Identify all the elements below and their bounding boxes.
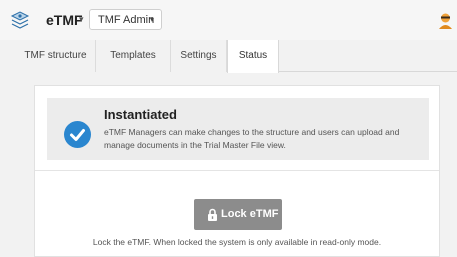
divider: [35, 170, 439, 171]
lock-icon: [208, 208, 217, 221]
tab-templates[interactable]: Templates: [96, 40, 171, 72]
context-selector[interactable]: TMF Admin ▾: [89, 9, 162, 30]
lock-etmf-button[interactable]: Lock eTMF: [194, 199, 282, 230]
chevron-down-icon: ▾: [150, 15, 155, 24]
tab-bar: TMF structure Templates Settings Status: [16, 40, 457, 73]
context-selector-value: TMF Admin: [98, 14, 155, 26]
check-circle-icon: [64, 121, 91, 148]
app-name[interactable]: eTMF: [46, 11, 83, 29]
lock-etmf-label: Lock eTMF: [221, 208, 279, 220]
top-bar: eTMF ▾ TMF Admin ▾: [0, 0, 457, 40]
stack-layers-icon[interactable]: [10, 10, 30, 30]
status-callout: Instantiated eTMF Managers can make chan…: [47, 98, 429, 160]
tab-settings[interactable]: Settings: [171, 40, 227, 72]
status-panel: Instantiated eTMF Managers can make chan…: [34, 85, 440, 257]
tab-tmf-structure[interactable]: TMF structure: [16, 40, 96, 72]
lock-hint-text: Lock the eTMF. When locked the system is…: [92, 237, 382, 247]
app-menu-caret-icon[interactable]: ▾: [79, 12, 84, 26]
status-title: Instantiated: [104, 107, 177, 122]
status-description: eTMF Managers can make changes to the st…: [104, 127, 400, 150]
user-avatar-icon[interactable]: [438, 12, 453, 29]
tab-status[interactable]: Status: [227, 40, 279, 73]
